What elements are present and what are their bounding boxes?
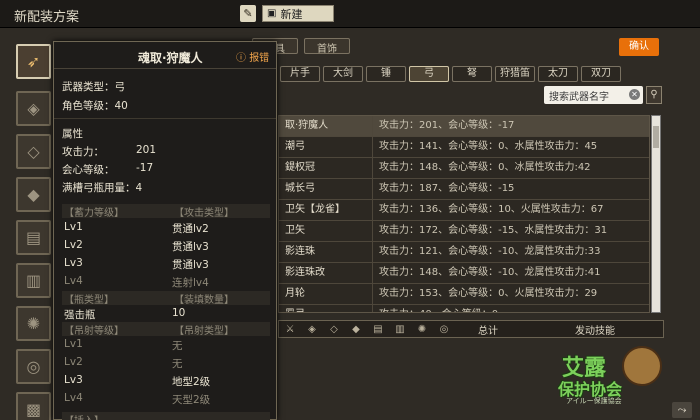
save-icon: ▣ [267, 8, 277, 19]
total-label: 总计 [478, 326, 498, 337]
filter-hunting-horn[interactable]: 狩猎笛 [495, 66, 535, 82]
arc-level: Lv2 [64, 356, 83, 368]
character-level: 角色等级：40 [62, 100, 128, 112]
weapon-type: 武器类型：弓 [62, 81, 125, 93]
scroll-thumb[interactable] [653, 126, 659, 148]
arms-slot[interactable]: ◆ [16, 177, 51, 212]
report-button[interactable]: ⓘ 报错 [236, 49, 269, 64]
table-row[interactable]: 潮弓 攻击力：141、会心等级：0、水属性攻击力：45 [279, 137, 649, 158]
arc-type: 无 [172, 358, 183, 370]
attack-value: 201 [136, 144, 157, 156]
table-row[interactable]: 卫矢【龙雀】 攻击力：136、会心等级：10、火属性攻击力：67 [279, 200, 649, 221]
arc-header: 【吊射等级】 【吊射类型】 [62, 322, 270, 337]
tooltip-weapon-name: 魂取·狩魔人 [138, 51, 203, 65]
chest-slot[interactable]: ◇ [16, 134, 51, 169]
waist-col-icon: ▤ [373, 323, 383, 335]
share-icon[interactable]: ⤳ [672, 402, 692, 418]
filter-sword-shield[interactable]: 片手 [280, 66, 320, 82]
charge-level: Lv2 [64, 239, 83, 251]
felyne-mascot-icon [622, 346, 662, 386]
bottle-type: 强击瓶 [64, 309, 96, 321]
table-row[interactable]: 鍉权冠 攻击力：148、会心等级：0、冰属性攻击力:42 [279, 158, 649, 179]
waist-slot[interactable]: ▤ [16, 220, 51, 255]
confirm-button[interactable]: 确认 [619, 38, 659, 56]
table-row[interactable]: 冕弓攻击力：40、会心等级：0 [279, 305, 649, 312]
charm-col-icon: ✺ [417, 323, 427, 335]
felyne-protection-logo: 艾露 保护协会 アイルー保護協会 [550, 338, 662, 408]
extra-slot[interactable]: ▩ [16, 392, 51, 420]
decoration-slot[interactable]: ◎ [16, 349, 51, 384]
crit-label: 会心等级： [62, 164, 115, 176]
filter-long-sword[interactable]: 太刀 [538, 66, 578, 82]
filter-bowgun[interactable]: 弩 [452, 66, 492, 82]
charge-level: Lv4 [64, 275, 83, 287]
charge-header: 【蓄力等级】 【攻击类型】 [62, 204, 270, 219]
bottle-usage: 满槽弓瓶用量：4 [62, 182, 143, 194]
table-row[interactable]: 影连珠 攻击力：121、会心等级：-10、龙属性攻击力:33 [279, 242, 649, 263]
filter-great-sword[interactable]: 大剑 [323, 66, 363, 82]
title-bar: 新配装方案 ✎ ▣ 新建 [0, 0, 700, 28]
legs-slot[interactable]: ▥ [16, 263, 51, 298]
charge-level: Lv1 [64, 221, 83, 233]
filter-dual-blades[interactable]: 双刀 [581, 66, 621, 82]
charge-type: 贯通lv3 [172, 241, 209, 253]
weapon-type-filter: 片手 大剑 锤 弓 弩 狩猎笛 太刀 双刀 [280, 66, 621, 82]
crit-value: -17 [136, 162, 154, 174]
table-row[interactable]: 取·狩魔人 攻击力：201、会心等级：-17 [279, 116, 649, 137]
weapon-table: 取·狩魔人 攻击力：201、会心等级：-17 潮弓 攻击力：141、会心等级：0、水… [278, 115, 650, 313]
attribute-header: 属性 [62, 128, 83, 140]
tooltip-header: 魂取·狩魔人 ⓘ 报错 [54, 42, 276, 69]
decoration-col-icon: ◎ [439, 323, 449, 335]
divider [54, 118, 276, 119]
table-scrollbar[interactable] [651, 115, 661, 313]
arc-level: Lv4 [64, 392, 83, 404]
filter-hammer[interactable]: 锤 [366, 66, 406, 82]
edit-icon[interactable]: ✎ [240, 5, 256, 22]
insert-header: 【插入】 [62, 412, 270, 420]
plan-title: 新配装方案 [14, 10, 80, 25]
search-icon[interactable]: ⚲ [646, 86, 662, 104]
chest-col-icon: ◇ [330, 323, 338, 335]
new-plan-button[interactable]: ▣ 新建 [262, 5, 334, 22]
charge-type: 贯通lv2 [172, 223, 209, 235]
tab-accessory[interactable]: 首饰 [304, 38, 350, 55]
legs-col-icon: ▥ [395, 323, 405, 335]
charge-type: 连射lv4 [172, 277, 209, 289]
arc-level: Lv1 [64, 338, 83, 350]
charge-level: Lv3 [64, 257, 83, 269]
clear-search-icon[interactable]: ✕ [629, 89, 640, 100]
new-plan-label: 新建 [280, 7, 303, 21]
charge-type: 贯通lv3 [172, 259, 209, 271]
bottle-header: 【瓶类型】 【装填数量】 [62, 291, 270, 306]
filter-bow[interactable]: 弓 [409, 66, 449, 82]
weapon-slot[interactable]: ➶ [16, 44, 51, 79]
weapon-col-icon: ⚔ [285, 323, 295, 335]
table-row[interactable]: 月轮 攻击力：153、会心等级：0、火属性攻击力：29 [279, 284, 649, 305]
charm-slot[interactable]: ✺ [16, 306, 51, 341]
arc-type: 无 [172, 340, 183, 352]
arc-type: 天型2级 [172, 394, 211, 406]
arms-col-icon: ◆ [352, 323, 360, 335]
table-row[interactable]: 卫矢 攻击力：172、会心等级：-15、水属性攻击力：31 [279, 221, 649, 242]
active-skills-label: 发动技能 [575, 326, 615, 337]
helmet-col-icon: ◈ [308, 323, 316, 335]
weapon-tooltip: 魂取·狩魔人 ⓘ 报错 武器类型：弓 角色等级：40 属性 攻击力： 201 会… [53, 41, 277, 420]
attack-label: 攻击力： [62, 146, 104, 158]
arc-type: 地型2级 [172, 376, 211, 388]
arc-level: Lv3 [64, 374, 83, 386]
table-row[interactable]: 影连珠改 攻击力：148、会心等级：-10、龙属性攻击力:41 [279, 263, 649, 284]
helmet-slot[interactable]: ◈ [16, 91, 51, 126]
table-row[interactable]: 城长弓 攻击力：187、会心等级：-15 [279, 179, 649, 200]
bottle-count: 10 [172, 307, 186, 319]
